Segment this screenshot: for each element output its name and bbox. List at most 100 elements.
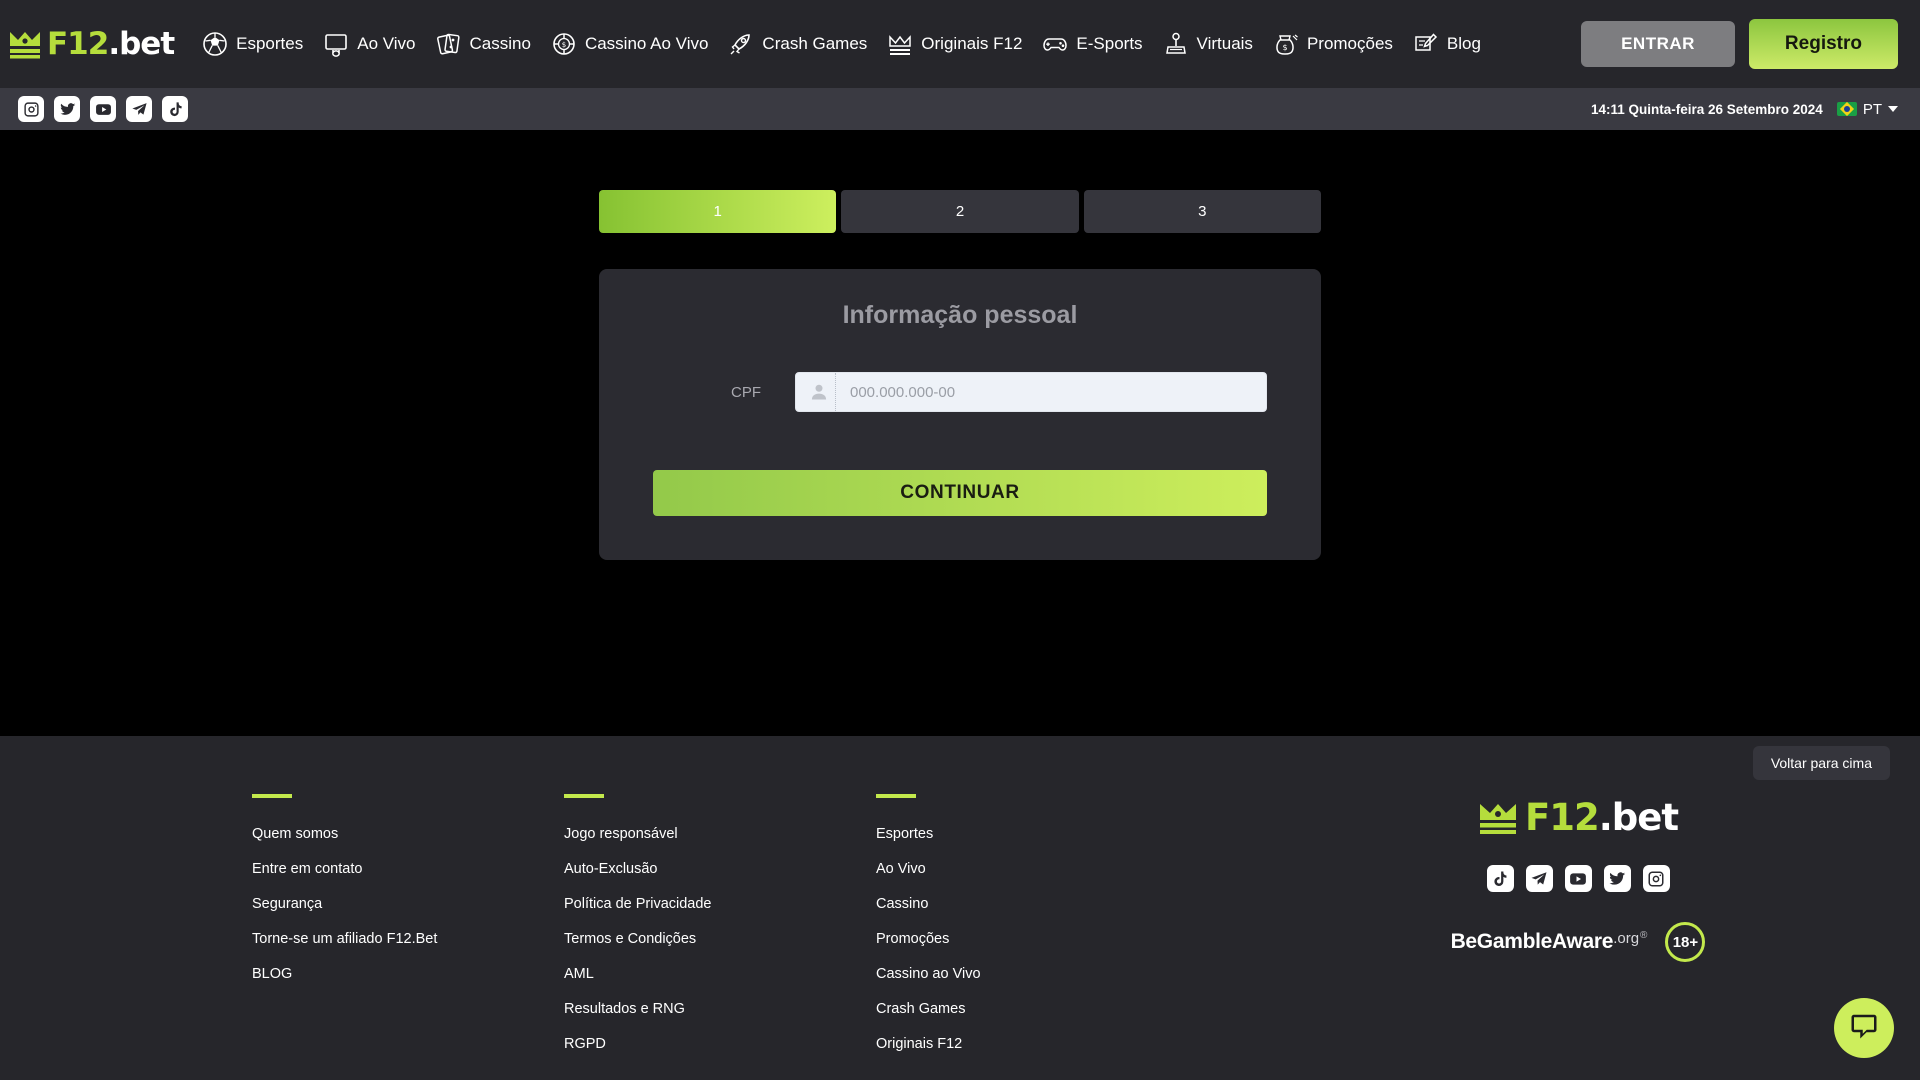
- tiktok-icon[interactable]: [1486, 865, 1514, 892]
- svg-text:$: $: [562, 41, 566, 49]
- footer-logo[interactable]: F12.bet: [1478, 796, 1679, 839]
- footer-link[interactable]: Esportes: [876, 826, 1296, 842]
- nav-item-label: E-Sports: [1076, 34, 1143, 53]
- nav-item-label: Crash Games: [762, 34, 868, 53]
- nav-item-esportes[interactable]: Esportes: [192, 25, 313, 63]
- footer-link[interactable]: Entre em contato: [252, 861, 564, 877]
- footer-column-products: Esportes Ao Vivo Cassino Promoções Cassi…: [876, 794, 1296, 1071]
- social-links-top: [18, 96, 188, 122]
- twitter-icon[interactable]: [54, 96, 80, 122]
- register-button[interactable]: Registro: [1748, 19, 1898, 69]
- nav-item-cassino-ao-vivo[interactable]: $ Cassino Ao Vivo: [541, 25, 718, 63]
- money-bag-icon: $: [1273, 31, 1299, 57]
- footer-link[interactable]: Cassino ao Vivo: [876, 966, 1296, 982]
- joystick-icon: [1163, 31, 1189, 57]
- telegram-icon[interactable]: [126, 96, 152, 122]
- personal-info-card: Informação pessoal CPF CONTINUAR: [599, 269, 1321, 560]
- svg-text:$: $: [1282, 43, 1287, 52]
- login-button[interactable]: ENTRAR: [1581, 21, 1735, 67]
- footer-link[interactable]: Quem somos: [252, 826, 564, 842]
- step-3[interactable]: 3: [1083, 190, 1321, 233]
- nav-item-blog[interactable]: Blog: [1403, 25, 1491, 63]
- nav-item-label: Promoções: [1306, 34, 1393, 53]
- nav-item-label: Virtuais: [1196, 34, 1253, 53]
- responsible-gambling-row: BeGambleAware .org ® 18+: [1451, 922, 1706, 962]
- footer-link[interactable]: AML: [564, 966, 876, 982]
- footer-link[interactable]: Política de Privacidade: [564, 896, 876, 912]
- language-selector[interactable]: PT: [1836, 100, 1898, 118]
- brand-logo-text-secondary: .bet: [108, 26, 175, 62]
- top-navigation-bar: F12.bet Esportes Ao Vivo Cassino $ Cassi…: [0, 0, 1920, 88]
- nav-item-label: Esportes: [236, 34, 304, 53]
- footer-column-divider: [252, 794, 292, 798]
- chat-widget-button[interactable]: [1834, 998, 1894, 1058]
- instagram-icon[interactable]: [1642, 865, 1670, 892]
- crown-originals-icon: [887, 31, 913, 57]
- secondary-bar: 14:11 Quinta-feira 26 Setembro 2024 PT: [0, 88, 1920, 130]
- soccer-ball-icon: [202, 31, 228, 57]
- begambleaware-text: BeGambleAware: [1450, 930, 1614, 953]
- cpf-field-row: CPF: [653, 372, 1267, 412]
- footer-link[interactable]: Segurança: [252, 896, 564, 912]
- live-tv-icon: [323, 31, 349, 57]
- nav-item-promocoes[interactable]: $ Promoções: [1263, 25, 1403, 63]
- footer-link[interactable]: RGPD: [564, 1036, 876, 1052]
- brand-logo[interactable]: F12.bet: [8, 26, 175, 62]
- footer-link[interactable]: Originais F12: [876, 1036, 1296, 1052]
- back-to-top-button[interactable]: Voltar para cima: [1752, 746, 1890, 780]
- nav-item-originais-f12[interactable]: Originais F12: [877, 25, 1032, 63]
- nav-item-label: Cassino: [469, 34, 531, 53]
- footer-columns: Quem somos Entre em contato Segurança To…: [0, 794, 1920, 1071]
- brand-logo-text-primary: F12: [47, 26, 109, 62]
- social-links-footer: [1486, 865, 1670, 892]
- playing-cards-icon: [436, 31, 462, 57]
- youtube-icon[interactable]: [1564, 865, 1592, 892]
- datetime-display: 14:11 Quinta-feira 26 Setembro 2024: [1590, 101, 1823, 117]
- chat-bubble-icon: [1849, 1011, 1879, 1046]
- auth-buttons: ENTRAR Registro: [1581, 19, 1898, 69]
- step-2[interactable]: 2: [841, 190, 1079, 233]
- footer-column-company: Quem somos Entre em contato Segurança To…: [252, 794, 564, 1071]
- footer-link[interactable]: Auto-Exclusão: [564, 861, 876, 877]
- cpf-input[interactable]: [836, 383, 1260, 401]
- nav-item-crash-games[interactable]: Crash Games: [718, 25, 877, 63]
- instagram-icon[interactable]: [18, 96, 44, 122]
- step-indicator: 1 2 3: [599, 190, 1321, 233]
- nav-item-e-sports[interactable]: E-Sports: [1032, 25, 1152, 63]
- youtube-icon[interactable]: [90, 96, 116, 122]
- tiktok-icon[interactable]: [162, 96, 188, 122]
- footer-logo-text-secondary: .bet: [1598, 796, 1679, 839]
- continue-button[interactable]: CONTINUAR: [653, 470, 1267, 516]
- cpf-input-wrapper[interactable]: [795, 372, 1267, 412]
- nav-item-label: Cassino Ao Vivo: [584, 34, 709, 53]
- footer-link[interactable]: Promoções: [876, 931, 1296, 947]
- begambleaware-logo[interactable]: BeGambleAware .org ®: [1451, 930, 1648, 954]
- gamepad-icon: [1042, 31, 1068, 57]
- footer-column-divider: [564, 794, 604, 798]
- registration-wizard: 1 2 3 Informação pessoal CPF CONTINUAR: [599, 130, 1321, 560]
- registered-trademark-icon: ®: [1640, 930, 1648, 941]
- footer-link[interactable]: Cassino: [876, 896, 1296, 912]
- telegram-icon[interactable]: [1525, 865, 1553, 892]
- nav-item-cassino[interactable]: Cassino: [426, 25, 541, 63]
- casino-chip-icon: $: [551, 31, 577, 57]
- language-label: PT: [1862, 100, 1882, 118]
- footer-link[interactable]: Torne-se um afiliado F12.Bet: [252, 931, 564, 947]
- footer-link[interactable]: Termos e Condições: [564, 931, 876, 947]
- crown-icon: [1478, 800, 1518, 835]
- main-content: 1 2 3 Informação pessoal CPF CONTINUAR: [0, 130, 1920, 736]
- crown-icon: [8, 29, 42, 59]
- nav-item-label: Ao Vivo: [357, 34, 416, 53]
- step-1[interactable]: 1: [599, 190, 837, 233]
- footer-column-legal: Jogo responsável Auto-Exclusão Política …: [564, 794, 876, 1071]
- chevron-down-icon: [1888, 106, 1898, 112]
- nav-item-virtuais[interactable]: Virtuais: [1153, 25, 1263, 63]
- nav-item-ao-vivo[interactable]: Ao Vivo: [313, 25, 425, 63]
- footer-link[interactable]: Resultados e RNG: [564, 1001, 876, 1017]
- brazil-flag-icon: [1836, 102, 1857, 116]
- twitter-icon[interactable]: [1603, 865, 1631, 892]
- footer-link[interactable]: BLOG: [252, 966, 564, 982]
- footer-link[interactable]: Ao Vivo: [876, 861, 1296, 877]
- footer-link[interactable]: Jogo responsável: [564, 826, 876, 842]
- footer-link[interactable]: Crash Games: [876, 1001, 1296, 1017]
